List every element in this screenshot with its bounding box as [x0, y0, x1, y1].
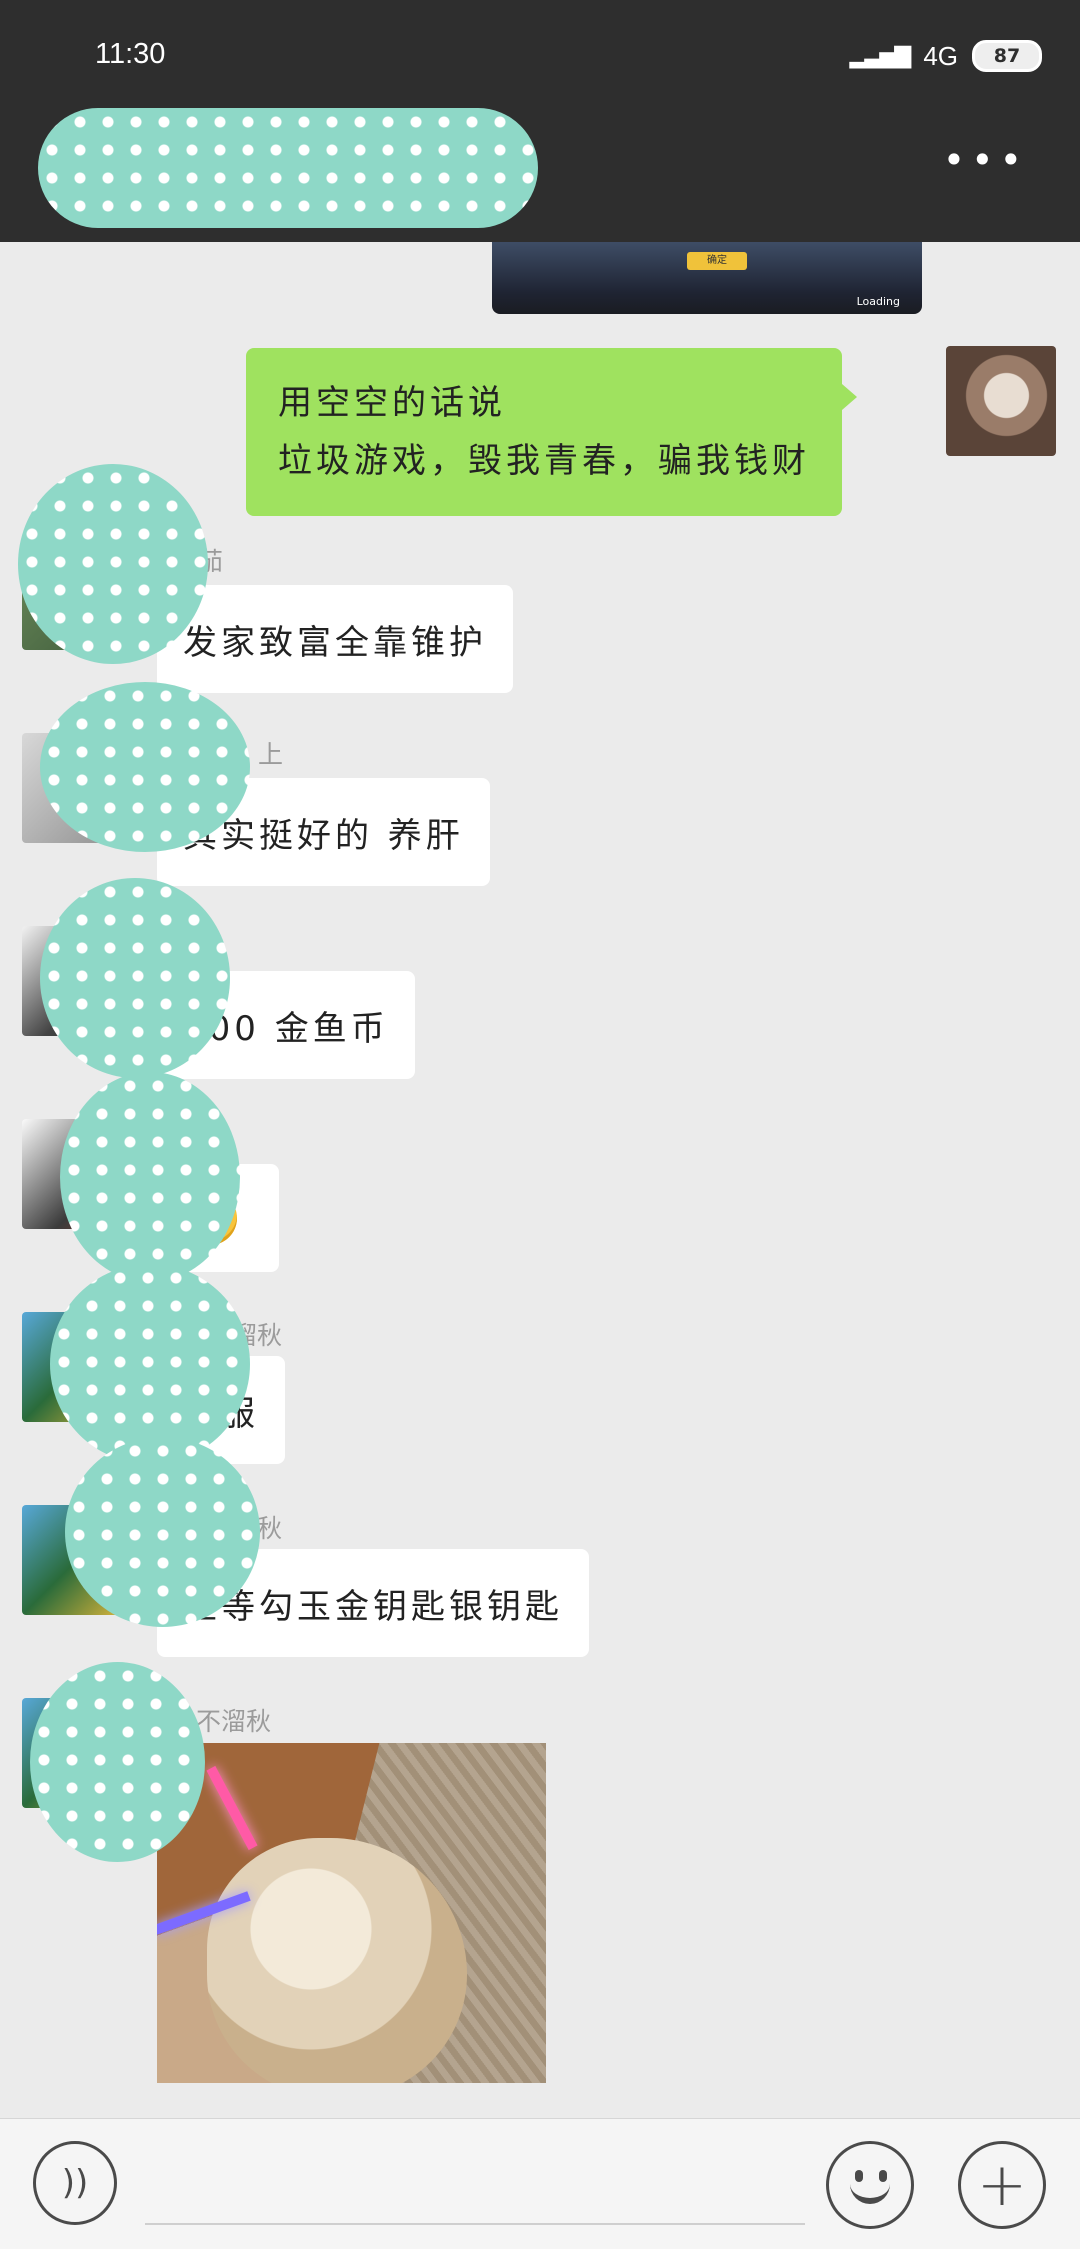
sender-nickname: 不溜秋 — [196, 1707, 272, 1736]
message-bubble[interactable]: 发家致富全靠锥护 — [143, 585, 513, 693]
emoji-icon[interactable] — [826, 2141, 914, 2229]
message-line: 垃圾游戏，毁我青春，骗我钱财 — [278, 441, 810, 481]
more-icon[interactable]: ••• — [943, 141, 1028, 179]
message-text: 发家致富全靠锥护 — [183, 622, 487, 663]
battery-icon: 87 — [972, 40, 1042, 72]
cat-with-lightsabers-image[interactable] — [157, 1743, 546, 2083]
sender-nickname: 上 — [258, 740, 284, 769]
plus-glyph: + — [976, 2150, 1028, 2220]
privacy-mask — [60, 1072, 240, 1282]
status-icons: ▂▃▅▇ 4G 87 — [850, 40, 1042, 72]
message-line: 用空空的话说 — [278, 383, 506, 423]
privacy-mask — [18, 464, 208, 664]
plus-icon[interactable]: + — [958, 2141, 1046, 2229]
privacy-mask — [40, 682, 250, 852]
privacy-mask — [30, 1662, 205, 1862]
message-list[interactable]: 确定 Loading 用空空的话说 垃圾游戏，毁我青春，骗我钱财 茄 发家致富全… — [0, 242, 1080, 2118]
signal-icon: ▂▃▅▇ — [849, 43, 912, 69]
voice-icon[interactable]: )) — [33, 2141, 117, 2225]
privacy-mask — [50, 1264, 250, 1464]
my-avatar[interactable] — [946, 346, 1056, 456]
message-bubble-self[interactable]: 用空空的话说 垃圾游戏，毁我青春，骗我钱财 — [246, 348, 857, 516]
privacy-mask — [40, 878, 230, 1078]
message-input[interactable] — [145, 2223, 805, 2225]
chat-title-redacted — [38, 108, 538, 228]
input-bar: )) + — [0, 2118, 1080, 2249]
status-time: 11:30 — [95, 38, 166, 70]
image-message[interactable]: 确定 Loading — [492, 242, 922, 314]
voice-glyph: )) — [61, 2163, 89, 2203]
privacy-mask — [65, 1437, 260, 1627]
image-confirm-label: 确定 — [687, 252, 747, 270]
network-type: 4G — [923, 40, 958, 71]
chat-header: 11:30 ▂▃▅▇ 4G 87 ••• — [0, 0, 1080, 242]
image-loading-label: Loading — [856, 295, 900, 308]
